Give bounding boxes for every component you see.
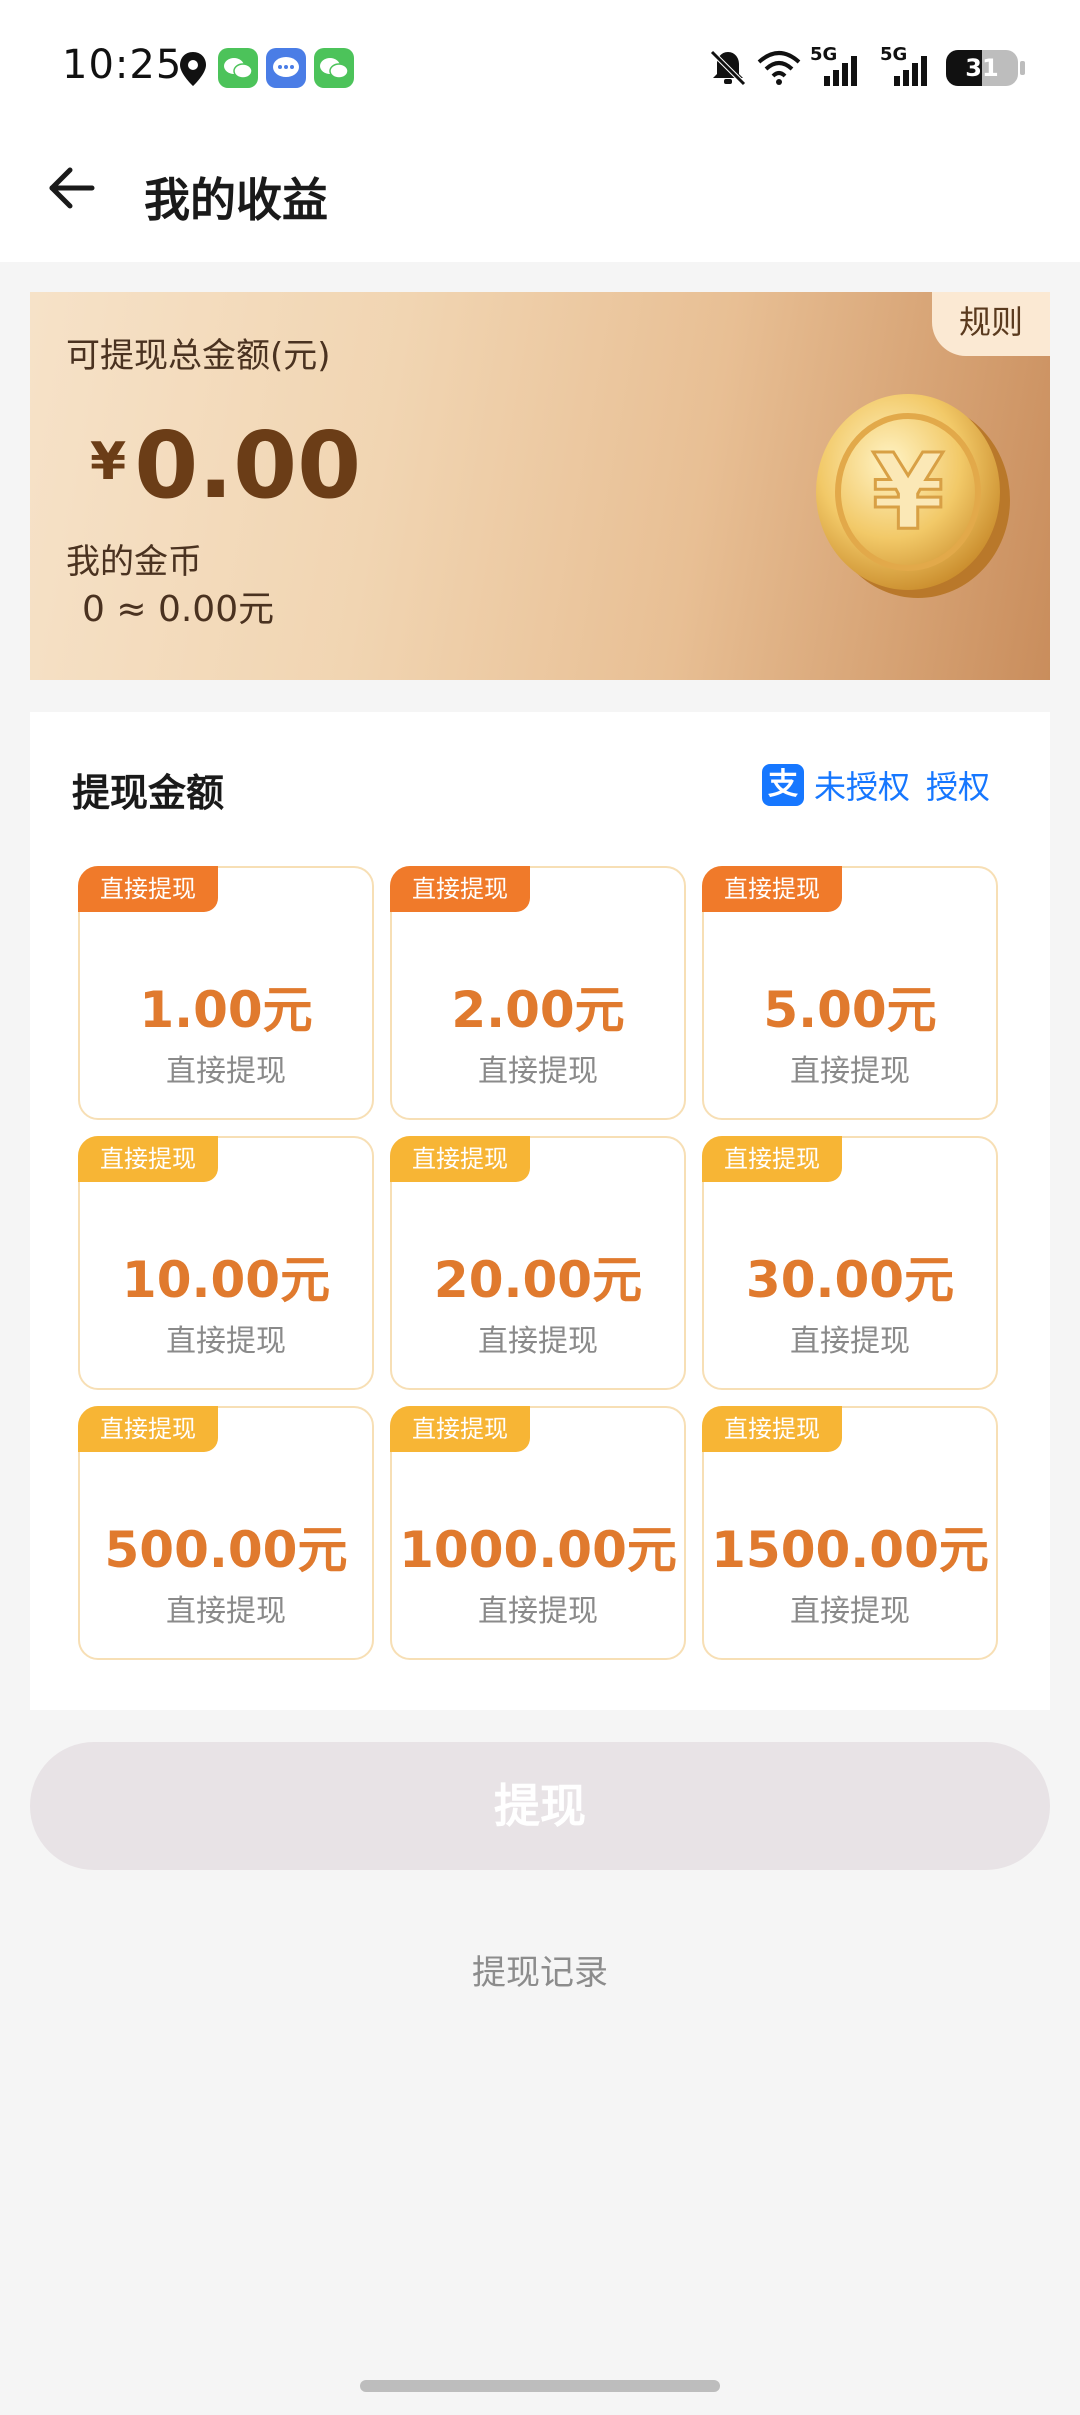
tile-tag: 直接提现 bbox=[390, 866, 530, 912]
withdraw-option-5[interactable]: 直接提现 5.00元 直接提现 bbox=[702, 866, 998, 1120]
status-bar: 10:25 5G 5G 31 bbox=[0, 0, 1080, 130]
alipay-icon: 支 bbox=[761, 764, 804, 806]
total-label: 可提现总金额(元) bbox=[66, 336, 331, 376]
withdraw-option-30[interactable]: 直接提现 30.00元 直接提现 bbox=[702, 1136, 998, 1390]
location-icon bbox=[180, 52, 206, 86]
battery-icon: 31 bbox=[946, 50, 1025, 86]
withdraw-options-grid: 直接提现 1.00元 直接提现 直接提现 2.00元 直接提现 直接提现 5.0… bbox=[78, 866, 1000, 1660]
authorize-button[interactable]: 授权 bbox=[926, 762, 990, 808]
wechat-icon bbox=[218, 48, 258, 88]
withdraw-option-2[interactable]: 直接提现 2.00元 直接提现 bbox=[390, 866, 686, 1120]
withdraw-option-500[interactable]: 直接提现 500.00元 直接提现 bbox=[78, 1406, 374, 1660]
withdraw-amount-title: 提现金额 bbox=[72, 771, 225, 815]
tile-tag: 直接提现 bbox=[390, 1136, 530, 1182]
total-amount-value: 0.00 bbox=[134, 412, 362, 519]
tile-subtitle: 直接提现 bbox=[166, 1054, 286, 1089]
tile-subtitle: 直接提现 bbox=[790, 1594, 910, 1629]
withdraw-option-1500[interactable]: 直接提现 1500.00元 直接提现 bbox=[702, 1406, 998, 1660]
tile-subtitle: 直接提现 bbox=[166, 1594, 286, 1629]
tile-tag: 直接提现 bbox=[702, 1136, 842, 1182]
tile-subtitle: 直接提现 bbox=[166, 1324, 286, 1359]
status-time: 10:25 bbox=[62, 42, 183, 88]
signal-icon bbox=[824, 56, 857, 86]
withdraw-option-1000[interactable]: 直接提现 1000.00元 直接提现 bbox=[390, 1406, 686, 1660]
coins-value: 0 ≈ 0.00元 bbox=[82, 589, 275, 630]
rules-button[interactable]: 规则 bbox=[932, 292, 1050, 356]
total-amount: ¥0.00 bbox=[90, 412, 361, 519]
tile-amount: 1500.00元 bbox=[711, 1521, 989, 1579]
withdraw-option-10[interactable]: 直接提现 10.00元 直接提现 bbox=[78, 1136, 374, 1390]
withdraw-history-link[interactable]: 提现记录 bbox=[0, 1945, 1080, 1994]
gold-coin-icon: ¥ bbox=[816, 394, 1010, 598]
svg-text:¥: ¥ bbox=[872, 431, 944, 553]
tile-tag: 直接提现 bbox=[78, 1136, 218, 1182]
signal-icon bbox=[894, 56, 927, 86]
tile-amount: 500.00元 bbox=[104, 1521, 348, 1579]
tile-amount: 30.00元 bbox=[745, 1251, 955, 1309]
message-icon bbox=[266, 48, 306, 88]
tile-subtitle: 直接提现 bbox=[478, 1324, 598, 1359]
tile-amount: 1.00元 bbox=[139, 981, 313, 1039]
tile-subtitle: 直接提现 bbox=[790, 1054, 910, 1089]
coins-label: 我的金币 bbox=[66, 542, 202, 582]
tile-amount: 10.00元 bbox=[121, 1251, 331, 1309]
bell-off-icon bbox=[710, 50, 746, 86]
currency-symbol: ¥ bbox=[90, 432, 127, 492]
tile-subtitle: 直接提现 bbox=[478, 1594, 598, 1629]
auth-status: 未授权 bbox=[813, 768, 910, 806]
tile-amount: 5.00元 bbox=[763, 981, 937, 1039]
tile-amount: 1000.00元 bbox=[399, 1521, 677, 1579]
tile-amount: 2.00元 bbox=[451, 981, 625, 1039]
withdraw-option-1[interactable]: 直接提现 1.00元 直接提现 bbox=[78, 866, 374, 1120]
back-button[interactable] bbox=[44, 160, 100, 216]
tile-tag: 直接提现 bbox=[702, 866, 842, 912]
page-title: 我的收益 bbox=[144, 173, 328, 227]
withdraw-option-20[interactable]: 直接提现 20.00元 直接提现 bbox=[390, 1136, 686, 1390]
wifi-icon bbox=[757, 51, 801, 85]
tile-subtitle: 直接提现 bbox=[790, 1324, 910, 1359]
earnings-card: 规则 可提现总金额(元) ¥0.00 我的金币 0 ≈ 0.00元 ¥ bbox=[30, 292, 1050, 680]
tile-amount: 20.00元 bbox=[433, 1251, 643, 1309]
withdraw-panel: 提现金额 支 未授权 授权 直接提现 1.00元 直接提现 直接提现 2.00元… bbox=[30, 712, 1050, 1710]
tile-tag: 直接提现 bbox=[78, 866, 218, 912]
nav-bar: 我的收益 bbox=[0, 130, 1080, 262]
tile-tag: 直接提现 bbox=[702, 1406, 842, 1452]
alipay-auth: 支 未授权 授权 bbox=[761, 762, 990, 808]
wechat-icon bbox=[314, 48, 354, 88]
tile-tag: 直接提现 bbox=[390, 1406, 530, 1452]
home-indicator[interactable] bbox=[360, 2380, 720, 2392]
back-arrow-icon bbox=[49, 167, 95, 209]
tile-subtitle: 直接提现 bbox=[478, 1054, 598, 1089]
withdraw-button[interactable]: 提现 bbox=[30, 1742, 1050, 1870]
tile-tag: 直接提现 bbox=[78, 1406, 218, 1452]
